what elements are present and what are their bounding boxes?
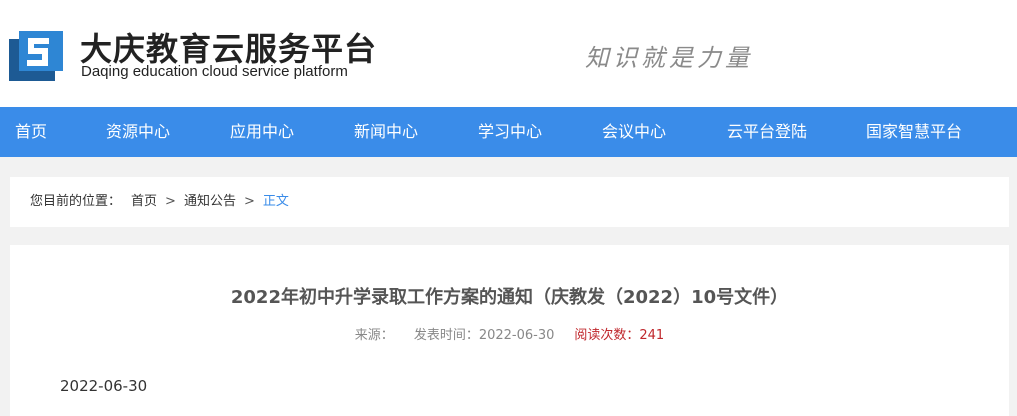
breadcrumb-separator: > — [165, 194, 176, 209]
article-panel: 2022年初中升学录取工作方案的通知（庆教发（2022）10号文件） 来源： 发表… — [10, 245, 1009, 416]
breadcrumb-prefix: 您目前的位置： — [30, 194, 122, 209]
site-subtitle: Daqing education cloud service platform — [81, 63, 348, 80]
article-source: 来源： — [354, 328, 394, 343]
nav-item-cloud-login[interactable]: 云平台登陆 — [727, 107, 807, 157]
platform-logo-icon[interactable] — [9, 31, 63, 81]
nav-item-learning-center[interactable]: 学习中心 — [478, 107, 542, 157]
breadcrumb: 您目前的位置： 首页 > 通知公告 > 正文 — [30, 177, 289, 227]
article-title: 2022年初中升学录取工作方案的通知（庆教发（2022）10号文件） — [230, 287, 789, 308]
nav-item-meeting-center[interactable]: 会议中心 — [602, 107, 666, 157]
article-date: 2022-06-30 — [60, 377, 148, 395]
breadcrumb-separator: > — [243, 194, 255, 209]
site-header: 大庆教育云服务平台 Daqing education cloud service… — [0, 0, 1017, 107]
article-publish-time: 发表时间：2022-06-30 — [413, 328, 555, 343]
breadcrumb-current[interactable]: 正文 — [263, 177, 289, 227]
nav-item-app-center[interactable]: 应用中心 — [230, 107, 294, 157]
main-nav: 首页 资源中心 应用中心 新闻中心 学习中心 会议中心 云平台登陆 国家智慧平台 — [0, 107, 1017, 157]
breadcrumb-panel: 您目前的位置： 首页 > 通知公告 > 正文 — [10, 177, 1009, 227]
article-meta: 来源： 发表时间：2022-06-30 阅读次数：241 — [10, 324, 1009, 343]
breadcrumb-home-link[interactable]: 首页 — [131, 177, 157, 227]
breadcrumb-notice-link[interactable]: 通知公告 — [184, 177, 236, 227]
nav-item-news-center[interactable]: 新闻中心 — [354, 107, 418, 157]
nav-item-national-smart-platform[interactable]: 国家智慧平台 — [866, 107, 962, 157]
nav-item-resource-center[interactable]: 资源中心 — [106, 107, 170, 157]
nav-item-home[interactable]: 首页 — [15, 107, 47, 157]
article-read-count: 阅读次数：241 — [574, 328, 665, 343]
slogan: 知识就是力量 — [585, 44, 753, 72]
